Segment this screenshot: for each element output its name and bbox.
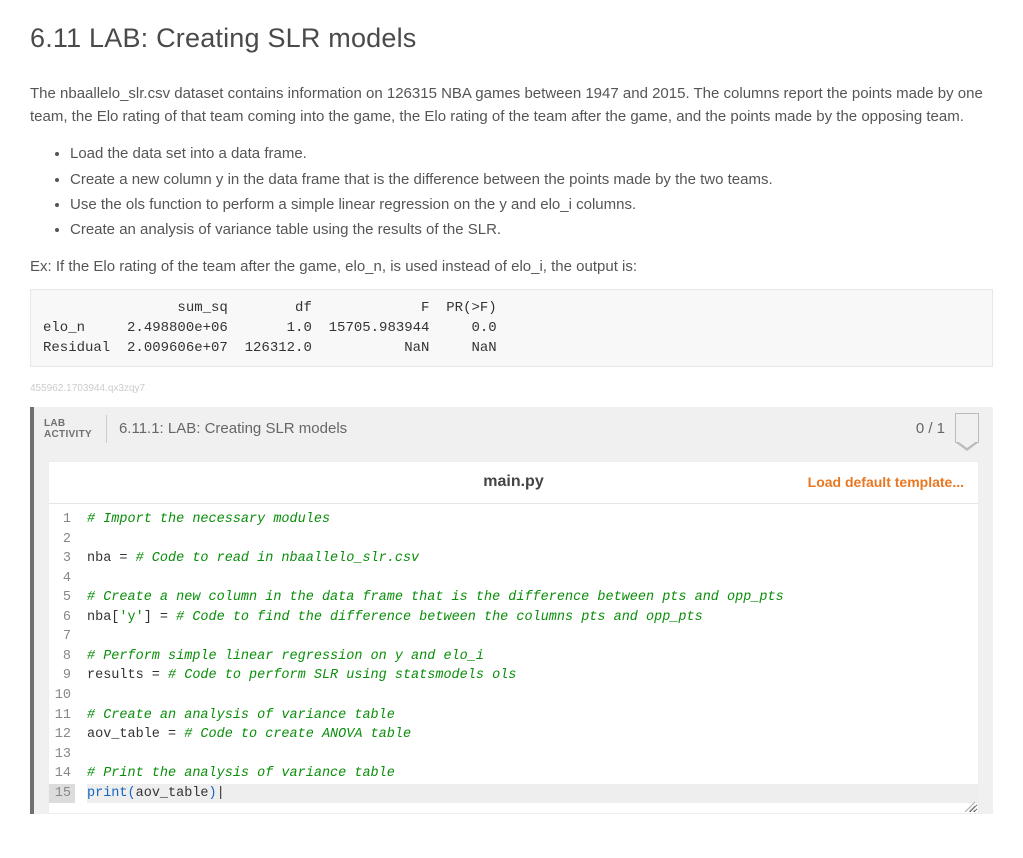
list-item: Use the ols function to perform a simple… bbox=[70, 193, 993, 216]
activity-score: 0 / 1 bbox=[916, 417, 945, 440]
code-line[interactable]: aov_table = # Code to create ANOVA table bbox=[87, 725, 978, 745]
code-line[interactable]: nba['y'] = # Code to find the difference… bbox=[87, 608, 978, 628]
line-number: 4 bbox=[49, 569, 75, 589]
code-line[interactable]: # Create a new column in the data frame … bbox=[87, 588, 978, 608]
code-line[interactable]: nba = # Code to read in nbaallelo_slr.cs… bbox=[87, 549, 978, 569]
list-item: Create a new column y in the data frame … bbox=[70, 168, 993, 191]
activity-tag-line2: ACTIVITY bbox=[44, 429, 92, 440]
line-number: 5 bbox=[49, 588, 75, 608]
code-line[interactable] bbox=[87, 627, 978, 647]
code-line[interactable]: # Import the necessary modules bbox=[87, 510, 978, 530]
code-line[interactable]: results = # Code to perform SLR using st… bbox=[87, 666, 978, 686]
code-lines[interactable]: # Import the necessary modules nba = # C… bbox=[81, 504, 978, 803]
code-editor-panel: main.py Load default template... 1234567… bbox=[48, 461, 979, 814]
line-number: 8 bbox=[49, 647, 75, 667]
line-number: 7 bbox=[49, 627, 75, 647]
load-default-template-link[interactable]: Load default template... bbox=[808, 472, 978, 494]
activity-tag-line1: LAB bbox=[44, 418, 92, 429]
line-number: 9 bbox=[49, 666, 75, 686]
code-editor[interactable]: 123456789101112131415 # Import the neces… bbox=[49, 504, 978, 813]
activity-title: 6.11.1: LAB: Creating SLR models bbox=[111, 417, 916, 440]
line-number-gutter: 123456789101112131415 bbox=[49, 504, 81, 803]
page-title: 6.11 LAB: Creating SLR models bbox=[30, 18, 993, 60]
lab-activity: LAB ACTIVITY 6.11.1: LAB: Creating SLR m… bbox=[30, 407, 993, 814]
line-number: 6 bbox=[49, 608, 75, 628]
resize-handle-icon[interactable] bbox=[965, 800, 975, 810]
line-number: 2 bbox=[49, 530, 75, 550]
code-line[interactable]: # Print the analysis of variance table bbox=[87, 764, 978, 784]
code-line[interactable]: # Create an analysis of variance table bbox=[87, 706, 978, 726]
line-number: 11 bbox=[49, 706, 75, 726]
filename-tab[interactable]: main.py bbox=[483, 470, 543, 495]
code-line[interactable] bbox=[87, 745, 978, 765]
list-item: Create an analysis of variance table usi… bbox=[70, 218, 993, 241]
code-line[interactable]: # Perform simple linear regression on y … bbox=[87, 647, 978, 667]
watermark: 455962.1703944.qx3zqy7 bbox=[30, 381, 993, 397]
example-lead: Ex: If the Elo rating of the team after … bbox=[30, 255, 993, 278]
line-number: 10 bbox=[49, 686, 75, 706]
line-number: 3 bbox=[49, 549, 75, 569]
example-output: sum_sq df F PR(>F) elo_n 2.498800e+06 1.… bbox=[30, 289, 993, 368]
code-line[interactable] bbox=[87, 686, 978, 706]
line-number: 1 bbox=[49, 510, 75, 530]
intro-paragraph: The nbaallelo_slr.csv dataset contains i… bbox=[30, 82, 993, 129]
code-line[interactable] bbox=[87, 569, 978, 589]
code-line[interactable] bbox=[87, 530, 978, 550]
line-number: 13 bbox=[49, 745, 75, 765]
line-number: 12 bbox=[49, 725, 75, 745]
list-item: Load the data set into a data frame. bbox=[70, 142, 993, 165]
task-list: Load the data set into a data frame. Cre… bbox=[30, 142, 993, 241]
line-number: 15 bbox=[49, 784, 75, 804]
code-line[interactable]: print(aov_table)| bbox=[87, 784, 978, 804]
line-number: 14 bbox=[49, 764, 75, 784]
bookmark-icon[interactable] bbox=[955, 413, 979, 443]
divider bbox=[106, 415, 107, 443]
activity-tag: LAB ACTIVITY bbox=[34, 418, 102, 440]
editor-tabs: main.py Load default template... bbox=[49, 462, 978, 504]
activity-header: LAB ACTIVITY 6.11.1: LAB: Creating SLR m… bbox=[34, 407, 993, 451]
